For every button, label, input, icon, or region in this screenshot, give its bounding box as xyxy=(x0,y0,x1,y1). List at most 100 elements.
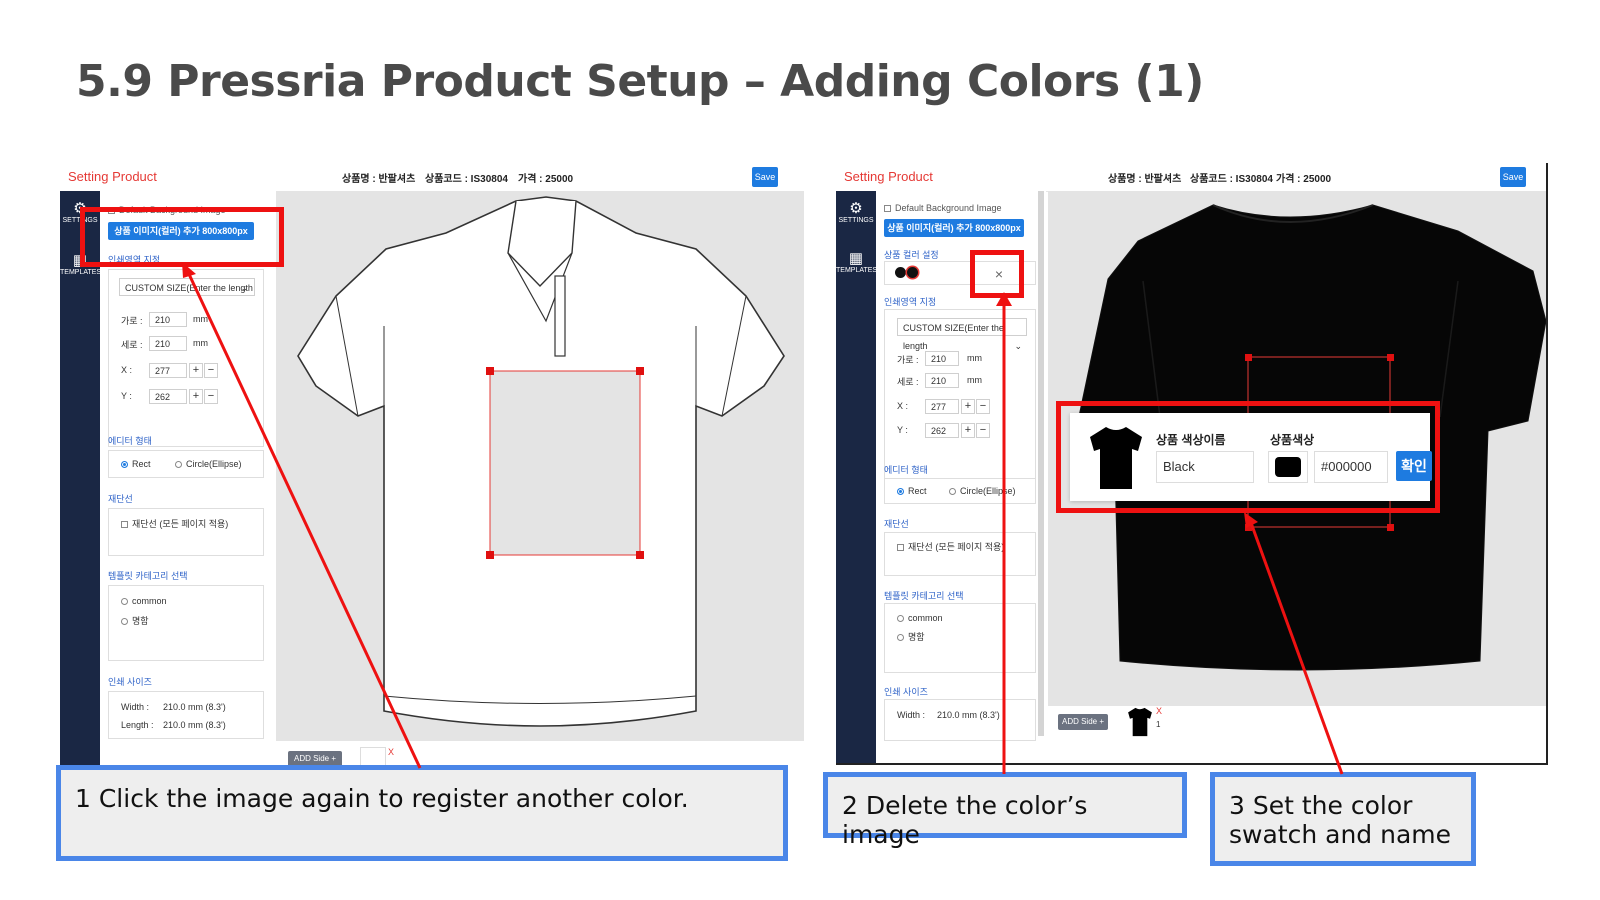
template-category-box: common 명함 xyxy=(884,603,1036,673)
x-minus-button[interactable]: − xyxy=(204,363,218,378)
template-common-option[interactable]: common xyxy=(121,596,167,606)
width-input[interactable]: 210 xyxy=(925,351,959,366)
side-thumbnail-tshirt-icon[interactable] xyxy=(1126,706,1154,738)
side-remove-icon[interactable]: X xyxy=(388,747,394,757)
save-button[interactable]: Save xyxy=(1500,167,1526,187)
print-width-value: 210.0 mm (8.3') xyxy=(163,702,226,712)
default-bg-label: Default Background Image xyxy=(895,203,1002,213)
template-category-label: 템플릿 카테고리 선택 xyxy=(108,571,188,581)
width-input[interactable]: 210 xyxy=(149,312,187,327)
cutline-option[interactable]: 재단선 (모든 페이지 적용) xyxy=(121,517,228,530)
cutline-label: 재단선 xyxy=(108,494,133,504)
y-input[interactable]: 262 xyxy=(925,423,959,438)
chevron-down-icon: ⌄ xyxy=(240,283,248,293)
x-input[interactable]: 277 xyxy=(149,363,187,378)
save-button[interactable]: Save xyxy=(752,167,778,187)
radio-unselected[interactable] xyxy=(949,488,956,496)
color-swatch-selected[interactable] xyxy=(907,267,918,278)
x-plus-button[interactable]: + xyxy=(961,399,975,414)
nav-settings[interactable]: ⚙ SETTINGS xyxy=(836,201,876,225)
callout-1: 1 Click the image again to register anot… xyxy=(56,765,788,861)
template-common-option[interactable]: common xyxy=(897,613,943,623)
cutline-checkbox[interactable] xyxy=(897,544,904,552)
template-card-option[interactable]: 명함 xyxy=(897,630,925,643)
nav-templates[interactable]: ▦ TEMPLATES xyxy=(836,251,877,275)
height-unit: mm xyxy=(967,375,982,385)
radio-unselected[interactable] xyxy=(897,634,904,642)
shape-circle-label: Circle(Ellipse) xyxy=(960,486,1016,496)
print-size-label: 인쇄 사이즈 xyxy=(108,677,152,687)
cutline-option-label: 재단선 (모든 페이지 적용) xyxy=(908,542,1005,552)
width-unit: mm xyxy=(193,314,208,324)
settings-panel: Default Background Image 상품 이미지(컬러) 추가 8… xyxy=(100,191,276,783)
cutline-checkbox[interactable] xyxy=(121,521,128,529)
width-unit: mm xyxy=(967,353,982,363)
y-plus-button[interactable]: + xyxy=(961,423,975,438)
nav-settings-label: SETTINGS xyxy=(838,217,874,224)
cutline-option[interactable]: 재단선 (모든 페이지 적용) xyxy=(897,540,1004,553)
panel-scrollbar[interactable] xyxy=(1038,191,1044,736)
shape-rect-label: Rect xyxy=(908,486,927,496)
default-bg-checkbox[interactable] xyxy=(884,205,891,213)
x-minus-button[interactable]: − xyxy=(976,399,990,414)
product-code: 상품코드 : IS30804 xyxy=(425,174,508,185)
x-plus-button[interactable]: + xyxy=(189,363,203,378)
radio-unselected[interactable] xyxy=(121,598,128,606)
design-canvas[interactable] xyxy=(276,191,804,741)
size-select[interactable]: CUSTOM SIZE(Enter the length ⌄ xyxy=(119,278,255,296)
x-label: X : xyxy=(897,401,909,411)
shape-rect-label: Rect xyxy=(132,459,151,469)
height-input[interactable]: 210 xyxy=(149,336,187,351)
radio-selected[interactable] xyxy=(121,461,128,469)
polo-shirt-mockup xyxy=(297,196,785,727)
cutline-option-label: 재단선 (모든 페이지 적용) xyxy=(132,519,229,529)
brand-title: Setting Product xyxy=(844,169,933,184)
size-select[interactable]: CUSTOM SIZE(Enter the length ⌄ xyxy=(897,318,1027,351)
highlight-color-dialog xyxy=(1056,401,1440,513)
print-width-label: Width : xyxy=(121,702,150,712)
shape-circle-label: Circle(Ellipse) xyxy=(186,459,242,469)
add-color-image-button[interactable]: 상품 이미지(컬러) 추가 800x800px xyxy=(884,219,1024,237)
template-card-option[interactable]: 명함 xyxy=(121,614,149,627)
shape-rect-option[interactable]: Rect xyxy=(897,486,927,496)
product-name: 상품명 : 반팔셔츠 xyxy=(1108,174,1182,185)
highlight-add-image xyxy=(80,207,284,267)
side-strip: ADD Side + X 1 xyxy=(1048,706,1546,763)
height-unit: mm xyxy=(193,338,208,348)
radio-selected[interactable] xyxy=(897,488,904,496)
cutline-box: 재단선 (모든 페이지 적용) xyxy=(108,508,264,556)
y-input[interactable]: 262 xyxy=(149,389,187,404)
editor-shape-label: 에디터 형태 xyxy=(884,465,928,475)
template-category-label: 템플릿 카테고리 선택 xyxy=(884,591,964,601)
shape-circle-option[interactable]: Circle(Ellipse) xyxy=(949,486,1016,496)
side-remove-icon[interactable]: X xyxy=(1156,706,1162,716)
height-input[interactable]: 210 xyxy=(925,373,959,388)
top-bar: Setting Product 상품명 : 반팔셔츠 상품코드 : IS3080… xyxy=(836,163,1546,192)
radio-unselected[interactable] xyxy=(175,461,182,469)
editor-shape-label: 에디터 형태 xyxy=(108,436,152,446)
radio-unselected[interactable] xyxy=(121,618,128,626)
shape-circle-option[interactable]: Circle(Ellipse) xyxy=(175,459,242,469)
print-area-box: CUSTOM SIZE(Enter the length ⌄ 가로 : 210 … xyxy=(884,309,1036,479)
radio-unselected[interactable] xyxy=(897,615,904,623)
add-side-button[interactable]: ADD Side + xyxy=(1058,714,1108,730)
x-input[interactable]: 277 xyxy=(925,399,959,414)
callout-3: 3 Set the color swatch and name xyxy=(1210,772,1476,866)
size-select-value: CUSTOM SIZE(Enter the length xyxy=(125,283,253,293)
y-minus-button[interactable]: − xyxy=(976,423,990,438)
print-length-label: Length : xyxy=(121,720,154,730)
template-card-label: 명함 xyxy=(132,616,149,626)
template-common-label: common xyxy=(908,613,943,623)
shape-rect-option[interactable]: Rect xyxy=(121,459,151,469)
width-label: 가로 : xyxy=(897,355,919,365)
close-icon[interactable]: × xyxy=(986,264,1012,284)
default-bg-row[interactable]: Default Background Image xyxy=(884,203,1002,213)
chevron-down-icon: ⌄ xyxy=(1014,341,1022,351)
side-index: 1 xyxy=(1156,720,1161,729)
template-card-label: 명함 xyxy=(908,632,925,642)
color-swatch-black[interactable] xyxy=(895,267,906,278)
y-minus-button[interactable]: − xyxy=(204,389,218,404)
y-plus-button[interactable]: + xyxy=(189,389,203,404)
print-length-value: 210.0 mm (8.3') xyxy=(163,720,226,730)
product-price: 가격 : 25000 xyxy=(518,174,574,185)
